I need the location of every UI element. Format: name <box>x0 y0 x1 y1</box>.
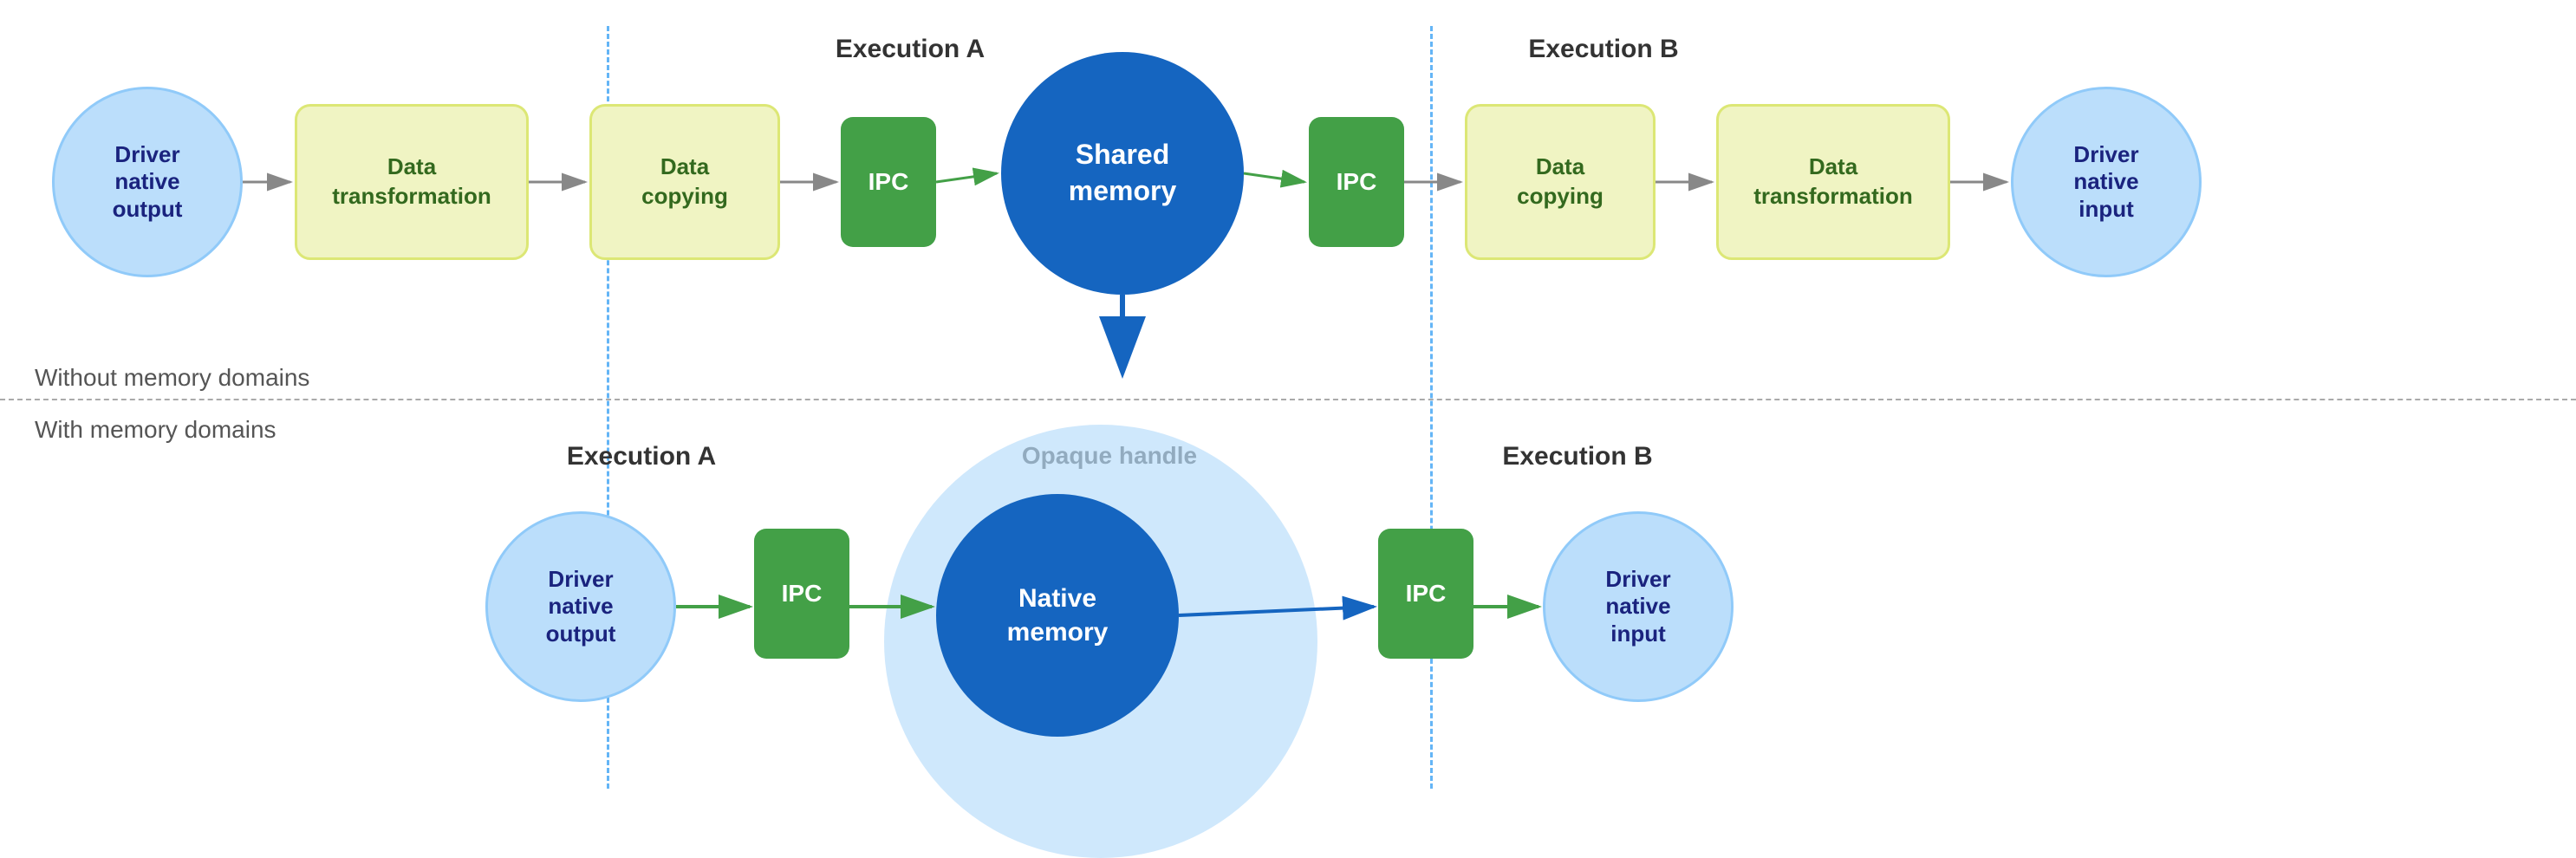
arrows-svg <box>0 0 2576 796</box>
diagram-container: Without memory domains With memory domai… <box>0 0 2576 796</box>
